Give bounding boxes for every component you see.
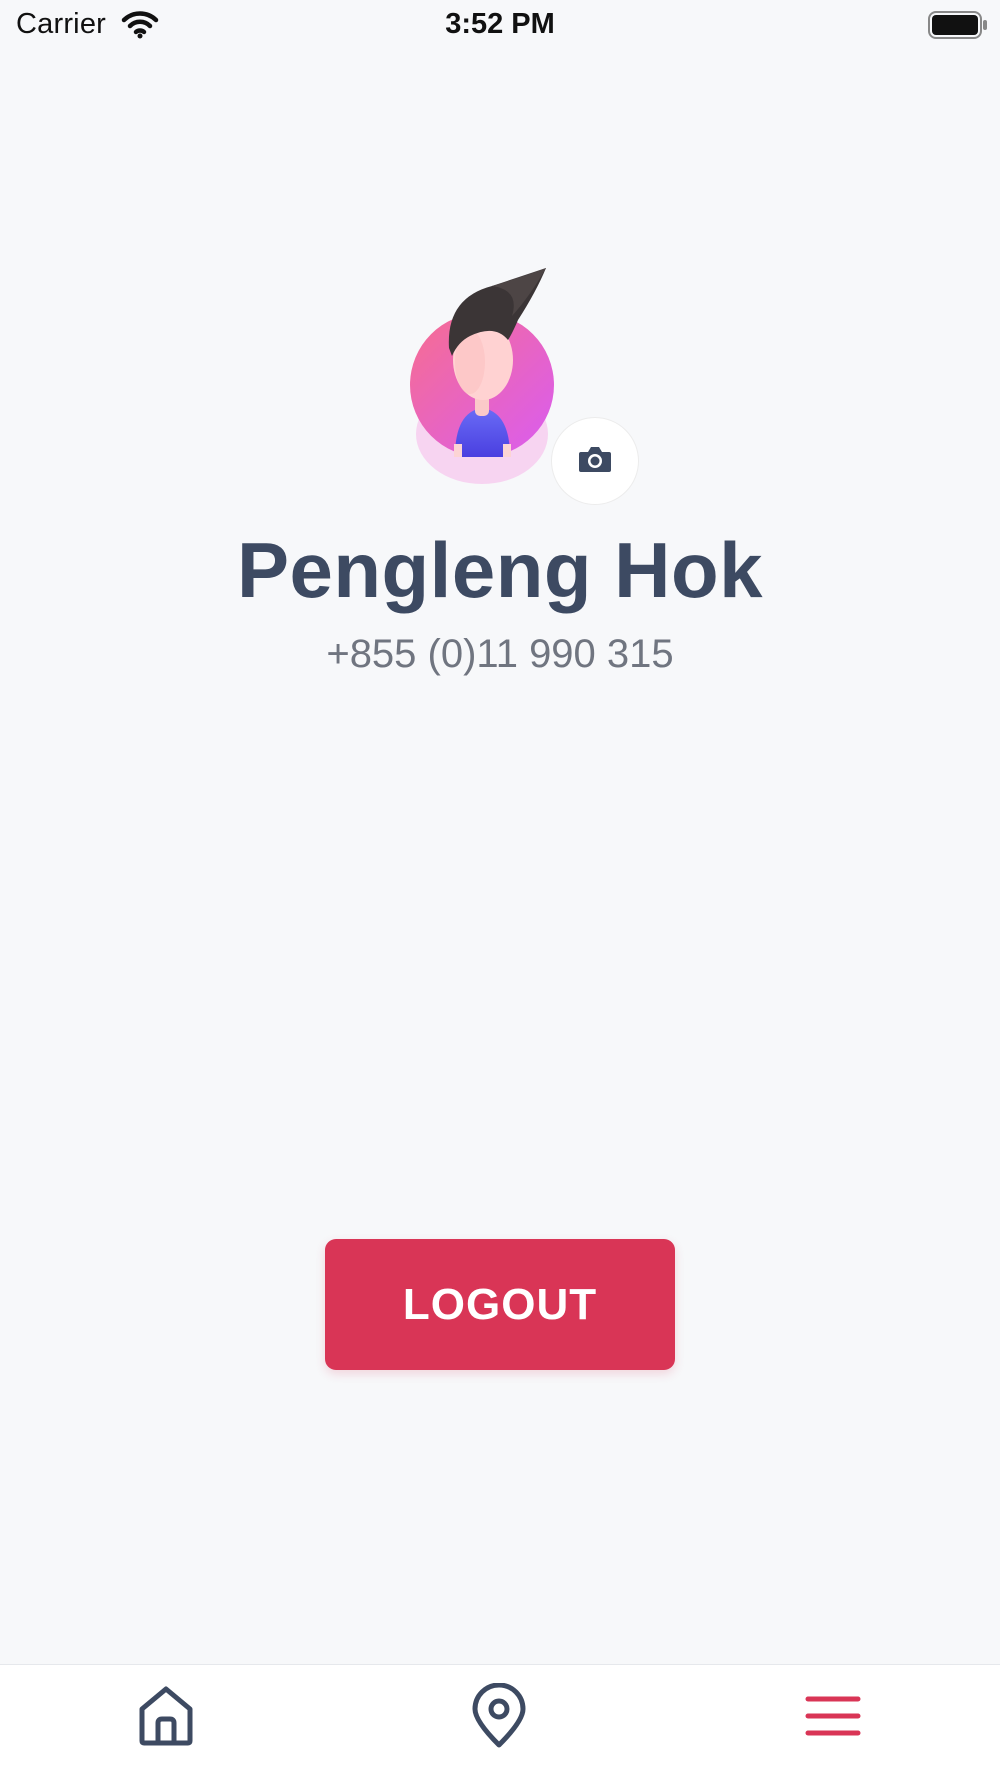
tab-menu[interactable]	[773, 1673, 893, 1763]
profile-name: Pengleng Hok	[236, 526, 764, 614]
tab-home[interactable]	[106, 1673, 226, 1763]
location-pin-icon	[470, 1682, 528, 1754]
menu-icon	[805, 1694, 861, 1743]
user-avatar[interactable]	[400, 262, 570, 492]
clock-time: 3:52 PM	[445, 8, 555, 40]
tab-bar	[0, 1664, 1000, 1778]
status-bar: Carrier 3:52 PM	[0, 0, 1000, 52]
tab-location[interactable]	[439, 1673, 559, 1763]
camera-icon	[578, 445, 612, 478]
profile-phone: +855 (0)11 990 315	[326, 632, 674, 676]
home-icon	[137, 1685, 195, 1752]
change-photo-button[interactable]	[551, 417, 639, 505]
profile-screen: Carrier 3:52 PM Pengleng Hok +855 (0)11 …	[0, 0, 1000, 1778]
logout-button[interactable]: LOGOUT	[325, 1239, 675, 1370]
battery-full-icon	[928, 11, 988, 39]
